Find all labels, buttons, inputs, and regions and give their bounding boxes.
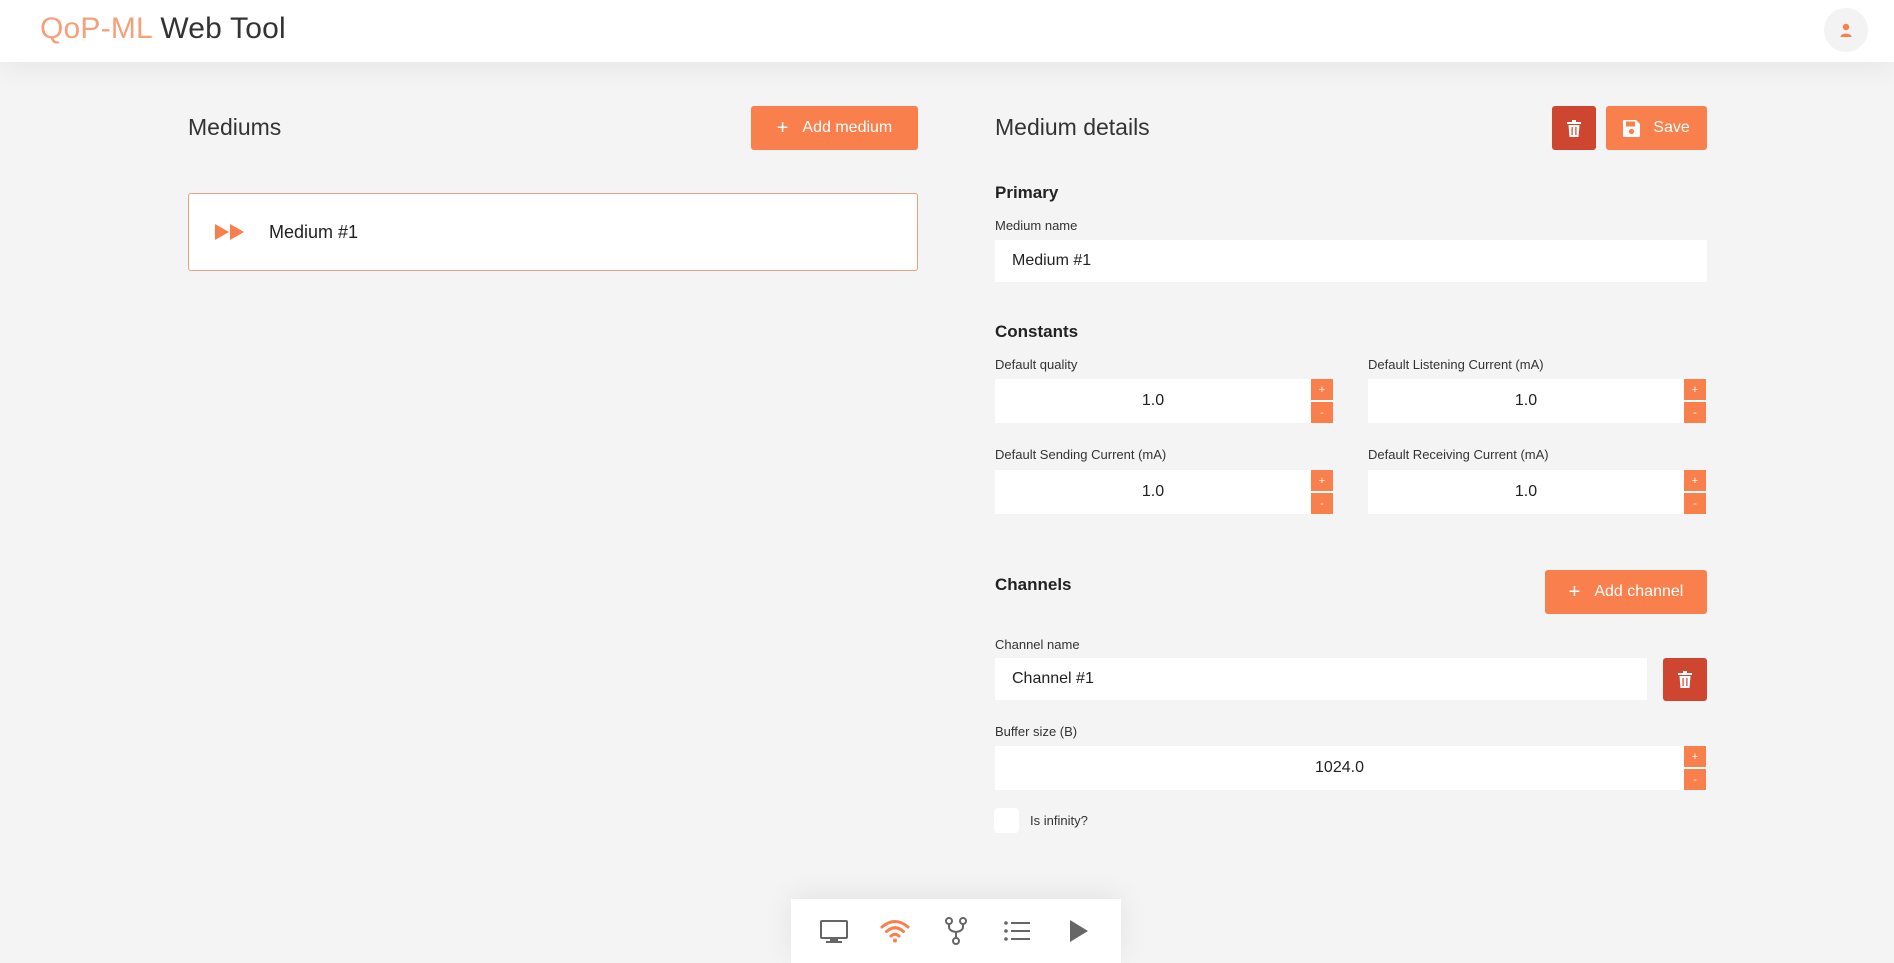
default-quality-input[interactable]: 1.0	[995, 379, 1311, 423]
medium-name-label: Medium name	[995, 218, 1078, 233]
floppy-disk-icon	[1623, 119, 1641, 137]
primary-heading: Primary	[995, 183, 1059, 202]
buffer-size-label: Buffer size (B)	[995, 724, 1078, 739]
medium-name-input[interactable]	[995, 240, 1707, 282]
toolbar-versions-button[interactable]	[939, 914, 973, 948]
is-infinity-checkbox[interactable]	[994, 808, 1019, 833]
listening-current-input[interactable]: 1.0	[1368, 379, 1684, 423]
plus-icon: +	[776, 116, 789, 139]
trash-icon	[1567, 119, 1581, 137]
app-title-accent: QoP-ML	[40, 12, 152, 45]
medium-details-title: Medium details	[995, 114, 1150, 140]
add-medium-label: Add medium	[802, 119, 893, 136]
constants-heading: Constants	[995, 322, 1079, 341]
toolbar-hosts-button[interactable]	[817, 914, 851, 948]
app-title-rest: Web Tool	[151, 12, 286, 45]
buffer-size-input[interactable]: 1024.0	[995, 746, 1684, 790]
delete-medium-button[interactable]	[1552, 106, 1596, 150]
channel-name-input[interactable]	[995, 658, 1647, 700]
receiving-current-increment-button[interactable]: +	[1684, 470, 1706, 491]
default-quality-label: Default quality	[995, 357, 1078, 372]
mediums-title: Mediums	[188, 114, 282, 140]
channels-heading: Channels	[995, 575, 1072, 594]
sending-current-decrement-button[interactable]: -	[1311, 493, 1333, 514]
receiving-current-input[interactable]: 1.0	[1368, 470, 1684, 514]
listening-current-field: 1.0 + -	[1368, 379, 1706, 423]
monitor-icon	[819, 920, 848, 943]
app-title: QoP-ML Web Tool	[40, 12, 286, 46]
buffer-size-decrement-button[interactable]: -	[1684, 769, 1706, 790]
listening-current-increment-button[interactable]: +	[1684, 379, 1706, 400]
fork-icon	[944, 917, 967, 945]
default-quality-increment-button[interactable]: +	[1311, 379, 1333, 400]
medium-list-item[interactable]: Medium #1	[188, 193, 918, 271]
medium-item-label: Medium #1	[269, 221, 359, 242]
play-icon	[1070, 920, 1089, 942]
save-label: Save	[1653, 119, 1690, 136]
listening-current-label: Default Listening Current (mA)	[1368, 357, 1544, 372]
buffer-size-increment-button[interactable]: +	[1684, 746, 1706, 767]
sending-current-increment-button[interactable]: +	[1311, 470, 1333, 491]
plus-icon: +	[1568, 580, 1581, 603]
wifi-icon	[880, 920, 910, 943]
is-infinity-label: Is infinity?	[1030, 813, 1088, 828]
toolbar-mediums-button[interactable]	[878, 914, 912, 948]
listening-current-decrement-button[interactable]: -	[1684, 402, 1706, 423]
receiving-current-field: 1.0 + -	[1368, 470, 1706, 514]
sending-current-input[interactable]: 1.0	[995, 470, 1311, 514]
sending-current-label: Default Sending Current (mA)	[995, 447, 1167, 462]
add-channel-button[interactable]: + Add channel	[1545, 570, 1707, 614]
bottom-toolbar	[791, 899, 1121, 963]
user-icon	[1840, 23, 1852, 37]
add-channel-label: Add channel	[1594, 583, 1684, 600]
top-bar: QoP-ML Web Tool	[0, 0, 1894, 62]
default-quality-decrement-button[interactable]: -	[1311, 402, 1333, 423]
buffer-size-field: 1024.0 + -	[995, 746, 1706, 790]
fast-forward-icon	[215, 224, 244, 240]
receiving-current-label: Default Receiving Current (mA)	[1368, 447, 1549, 462]
default-quality-field: 1.0 + -	[995, 379, 1333, 423]
toolbar-run-button[interactable]	[1061, 914, 1095, 948]
save-button[interactable]: Save	[1606, 106, 1707, 150]
receiving-current-decrement-button[interactable]: -	[1684, 493, 1706, 514]
trash-icon	[1678, 671, 1692, 688]
toolbar-list-button[interactable]	[1000, 914, 1034, 948]
delete-channel-button[interactable]	[1663, 658, 1707, 701]
list-icon	[1004, 921, 1031, 941]
channel-name-label: Channel name	[995, 637, 1080, 652]
add-medium-button[interactable]: + Add medium	[751, 106, 918, 150]
sending-current-field: 1.0 + -	[995, 470, 1333, 514]
user-avatar-button[interactable]	[1824, 8, 1868, 52]
